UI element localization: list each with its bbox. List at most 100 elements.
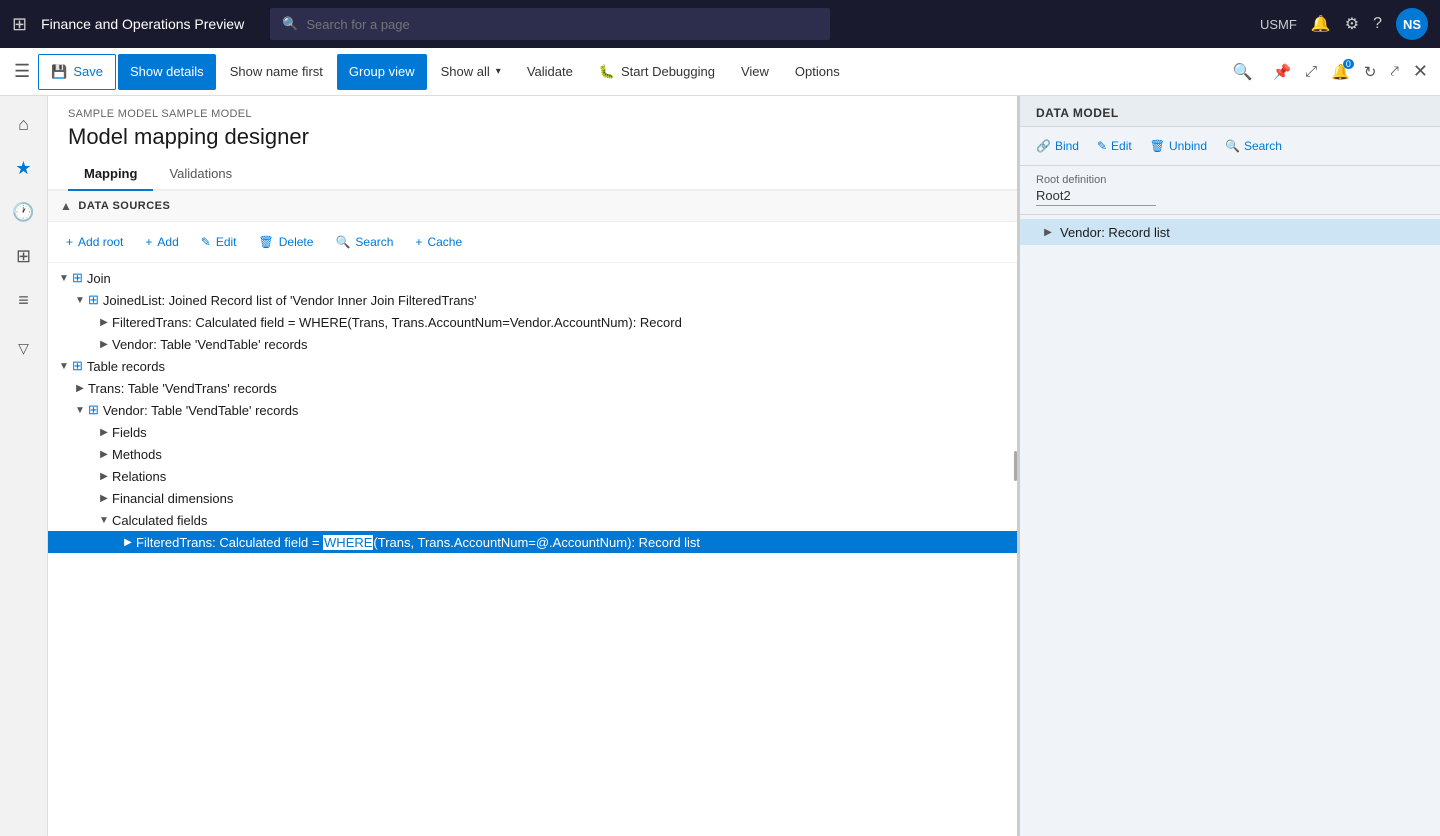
show-all-button[interactable]: Show all ▾ bbox=[429, 54, 513, 90]
debug-icon: 🐛 bbox=[599, 64, 615, 80]
vendor-record-list-label: Vendor: Record list bbox=[1060, 225, 1170, 240]
search-ds-button[interactable]: 🔍 Search bbox=[325, 228, 403, 256]
tree-node-join[interactable]: ▼ ⊞ Join bbox=[48, 267, 1017, 289]
toolbar-pin-icon[interactable]: 📌 bbox=[1268, 59, 1295, 85]
sidebar-list-icon[interactable]: ≡ bbox=[4, 280, 44, 320]
user-avatar[interactable]: NS bbox=[1396, 8, 1428, 40]
toolbar-expand-icon[interactable]: ⤢ bbox=[1301, 59, 1321, 84]
join-label: Join bbox=[87, 271, 111, 286]
toolbar-close-icon[interactable]: ✕ bbox=[1409, 57, 1432, 86]
dm-search-button[interactable]: 🔍 Search bbox=[1217, 133, 1290, 159]
show-all-dropdown-arrow: ▾ bbox=[496, 66, 501, 77]
fields-expand-arrow[interactable]: ▶ bbox=[96, 424, 112, 440]
right-tree-node-vendor-record-list[interactable]: ▶ Vendor: Record list bbox=[1020, 219, 1440, 245]
app-grid-icon[interactable]: ⊞ bbox=[12, 14, 27, 35]
relations-expand-arrow[interactable]: ▶ bbox=[96, 468, 112, 484]
toolbar-refresh-icon[interactable]: ↻ bbox=[1360, 59, 1381, 85]
sidebar-table-icon[interactable]: ⊞ bbox=[4, 236, 44, 276]
tree-node-vendor2[interactable]: ▼ ⊞ Vendor: Table 'VendTable' records bbox=[48, 399, 1017, 421]
tree-node-findim[interactable]: ▶ Financial dimensions bbox=[48, 487, 1017, 509]
data-sources-tree-panel: ▼ ⊞ Join ▼ ⊞ JoinedList: Joined Record l… bbox=[48, 263, 1017, 836]
sidebar-home-icon[interactable]: ⌂ bbox=[4, 104, 44, 144]
calcfields-collapse-arrow[interactable]: ▼ bbox=[96, 512, 112, 528]
calcfields-label: Calculated fields bbox=[112, 513, 207, 528]
app-title: Finance and Operations Preview bbox=[41, 16, 244, 32]
filteredtrans2-expand-arrow[interactable]: ▶ bbox=[120, 534, 136, 550]
edit-button[interactable]: ✎ Edit bbox=[191, 228, 247, 256]
data-model-toolbar: 🔗 Bind ✎ Edit 🗑 Unbind 🔍 Search bbox=[1020, 127, 1440, 166]
tree-node-calcfields[interactable]: ▼ Calculated fields bbox=[48, 509, 1017, 531]
dm-edit-button[interactable]: ✎ Edit bbox=[1089, 133, 1140, 159]
tree-node-trans[interactable]: ▶ Trans: Table 'VendTrans' records bbox=[48, 377, 1017, 399]
tree-node-filteredtrans1[interactable]: ▶ FilteredTrans: Calculated field = WHER… bbox=[48, 311, 1017, 333]
tree-node-filteredtrans2[interactable]: ▶ FilteredTrans: Calculated field = WHER… bbox=[48, 531, 1017, 553]
tab-mapping[interactable]: Mapping bbox=[68, 158, 153, 191]
top-navigation: ⊞ Finance and Operations Preview 🔍 USMF … bbox=[0, 0, 1440, 48]
side-navigation: ⌂ ★ 🕐 ⊞ ≡ ▽ bbox=[0, 96, 48, 836]
tree-node-joinedlist[interactable]: ▼ ⊞ JoinedList: Joined Record list of 'V… bbox=[48, 289, 1017, 311]
show-details-button[interactable]: Show details bbox=[118, 54, 216, 90]
filteredtrans1-label: FilteredTrans: Calculated field = WHERE(… bbox=[112, 315, 682, 330]
sidebar-filter-icon[interactable]: ▽ bbox=[4, 328, 44, 368]
toolbar-search-icon[interactable]: 🔍 bbox=[1223, 62, 1263, 82]
add-button[interactable]: + Add bbox=[135, 228, 188, 256]
unbind-icon: 🗑 bbox=[1150, 139, 1165, 153]
options-button[interactable]: Options bbox=[783, 54, 852, 90]
sidebar-star-icon[interactable]: ★ bbox=[4, 148, 44, 188]
tablerecords-icon: ⊞ bbox=[72, 358, 83, 374]
data-sources-collapse-arrow[interactable]: ▲ bbox=[60, 199, 72, 213]
data-sources-tree: ▼ ⊞ Join ▼ ⊞ JoinedList: Joined Record l… bbox=[48, 263, 1017, 557]
methods-expand-arrow[interactable]: ▶ bbox=[96, 446, 112, 462]
gear-icon[interactable]: ⚙ bbox=[1345, 14, 1359, 34]
root-definition-value: Root2 bbox=[1036, 188, 1156, 206]
relations-label: Relations bbox=[112, 469, 166, 484]
tablerecords-collapse-arrow[interactable]: ▼ bbox=[56, 358, 72, 374]
left-panel: SAMPLE MODEL SAMPLE MODEL Model mapping … bbox=[48, 96, 1020, 836]
filteredtrans1-expand-arrow[interactable]: ▶ bbox=[96, 314, 112, 330]
tree-node-methods[interactable]: ▶ Methods bbox=[48, 443, 1017, 465]
breadcrumb: SAMPLE MODEL SAMPLE MODEL bbox=[68, 108, 997, 120]
global-search-input[interactable] bbox=[306, 17, 818, 32]
vendor-record-list-expand-arrow[interactable]: ▶ bbox=[1040, 224, 1056, 240]
findim-expand-arrow[interactable]: ▶ bbox=[96, 490, 112, 506]
trans-expand-arrow[interactable]: ▶ bbox=[72, 380, 88, 396]
toolbar-notifications-icon[interactable]: 🔔0 bbox=[1327, 59, 1354, 85]
tree-node-tablerecords[interactable]: ▼ ⊞ Table records bbox=[48, 355, 1017, 377]
sidebar-clock-icon[interactable]: 🕐 bbox=[4, 192, 44, 232]
add-root-button[interactable]: + Add root bbox=[56, 228, 133, 256]
validate-button[interactable]: Validate bbox=[515, 54, 585, 90]
main-layout: ⌂ ★ 🕐 ⊞ ≡ ▽ SAMPLE MODEL SAMPLE MODEL Mo… bbox=[0, 96, 1440, 836]
cache-button[interactable]: + Cache bbox=[405, 228, 472, 256]
action-toolbar: ☰ 💾 Save Show details Show name first Gr… bbox=[0, 48, 1440, 96]
data-model-header: DATA MODEL bbox=[1020, 96, 1440, 127]
tab-validations[interactable]: Validations bbox=[153, 158, 248, 191]
add-icon: + bbox=[145, 235, 152, 249]
hamburger-menu-icon[interactable]: ☰ bbox=[8, 61, 36, 82]
tree-node-fields[interactable]: ▶ Fields bbox=[48, 421, 1017, 443]
content-area: SAMPLE MODEL SAMPLE MODEL Model mapping … bbox=[48, 96, 1440, 836]
root-definition-area: Root definition Root2 bbox=[1020, 166, 1440, 215]
joinedlist-collapse-arrow[interactable]: ▼ bbox=[72, 292, 88, 308]
delete-icon: 🗑 bbox=[259, 235, 274, 249]
delete-button[interactable]: 🗑 Delete bbox=[249, 228, 324, 256]
bell-icon[interactable]: 🔔 bbox=[1311, 14, 1331, 34]
findim-label: Financial dimensions bbox=[112, 491, 233, 506]
view-button[interactable]: View bbox=[729, 54, 781, 90]
tree-node-vendor1[interactable]: ▶ Vendor: Table 'VendTable' records bbox=[48, 333, 1017, 355]
toolbar-popout-icon[interactable]: ⤤ bbox=[1386, 59, 1402, 84]
toolbar-right-icons: 📌 ⤢ 🔔0 ↻ ⤤ ✕ bbox=[1268, 57, 1432, 86]
bind-button[interactable]: 🔗 Bind bbox=[1028, 133, 1087, 159]
vendor1-label: Vendor: Table 'VendTable' records bbox=[112, 337, 308, 352]
group-view-button[interactable]: Group view bbox=[337, 54, 427, 90]
resize-handle[interactable] bbox=[1014, 451, 1017, 481]
start-debugging-button[interactable]: 🐛 Start Debugging bbox=[587, 54, 727, 90]
tree-node-relations[interactable]: ▶ Relations bbox=[48, 465, 1017, 487]
help-icon[interactable]: ? bbox=[1373, 15, 1382, 33]
unbind-button[interactable]: 🗑 Unbind bbox=[1142, 133, 1215, 159]
vendor2-collapse-arrow[interactable]: ▼ bbox=[72, 402, 88, 418]
join-collapse-arrow[interactable]: ▼ bbox=[56, 270, 72, 286]
save-button[interactable]: 💾 Save bbox=[38, 54, 116, 90]
vendor1-expand-arrow[interactable]: ▶ bbox=[96, 336, 112, 352]
show-name-first-button[interactable]: Show name first bbox=[218, 54, 335, 90]
global-search-bar[interactable]: 🔍 bbox=[270, 8, 830, 40]
